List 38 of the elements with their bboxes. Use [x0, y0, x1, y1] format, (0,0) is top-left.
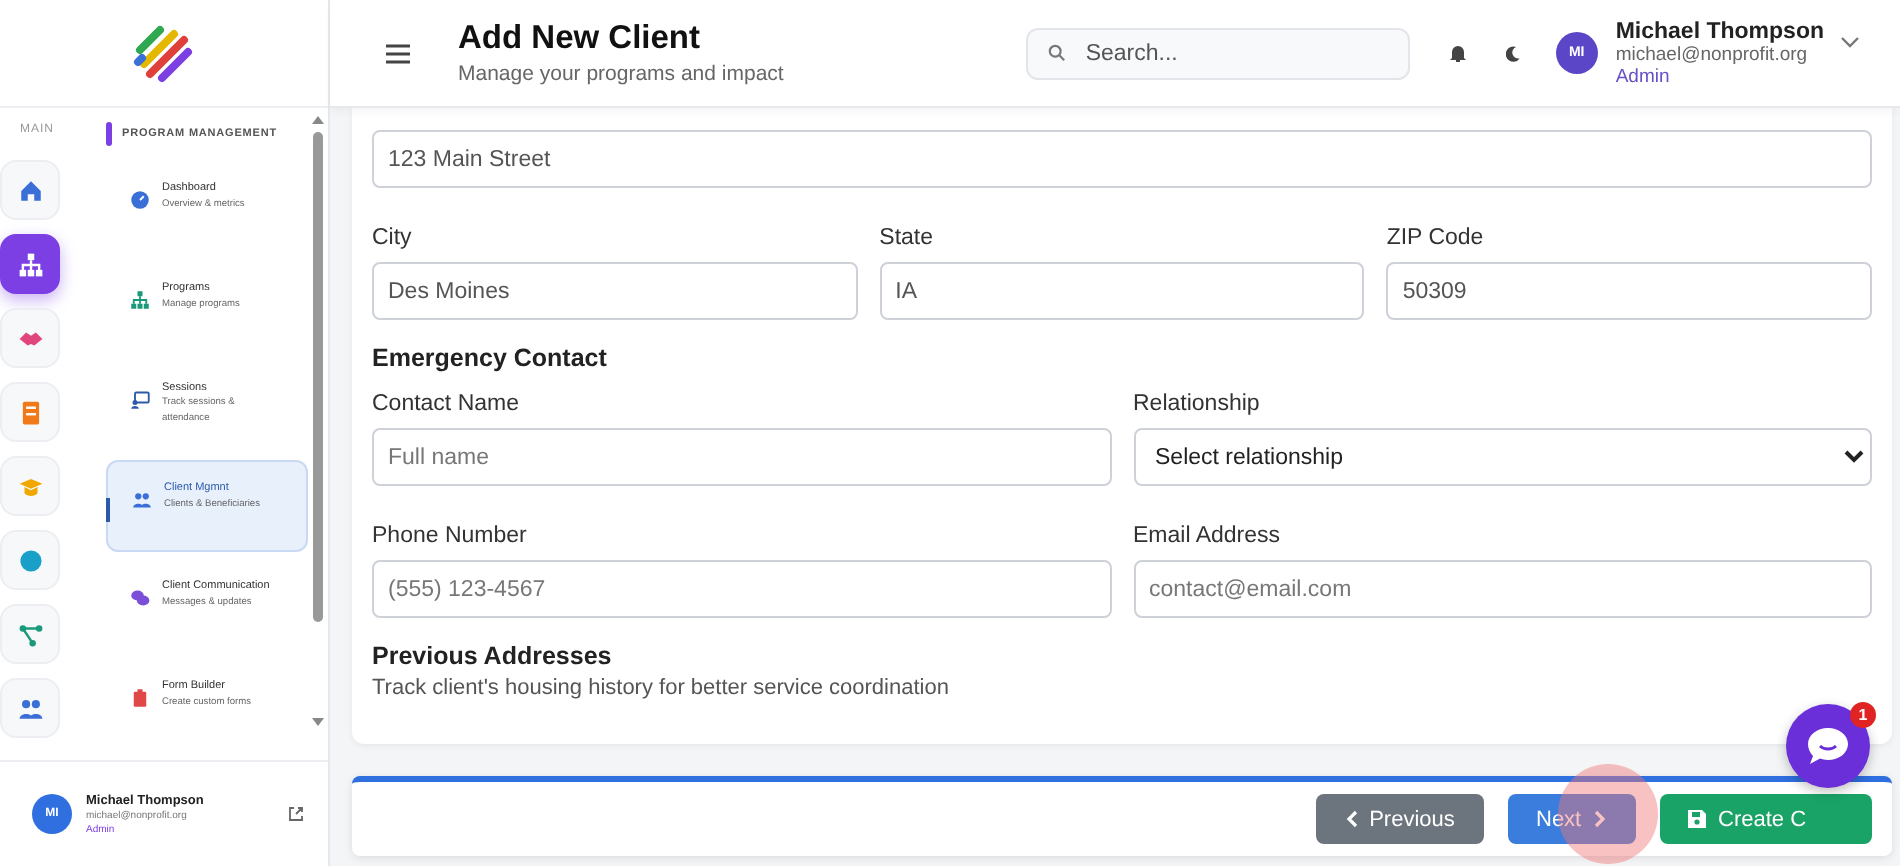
chevron-down-icon[interactable]	[1840, 35, 1860, 47]
chevron-right-icon	[1593, 810, 1606, 828]
field-label: Email Address	[1133, 522, 1283, 550]
field-label: Relationship	[1133, 390, 1262, 418]
page-title: Add New Client	[458, 20, 703, 58]
field-label: City	[372, 224, 414, 252]
user-email: michael@nonprofit.org	[1615, 43, 1810, 65]
input-field[interactable]: IA	[879, 262, 1365, 320]
input-field[interactable]: Full name	[372, 428, 1111, 486]
input-field[interactable]: 50309	[1386, 262, 1872, 320]
bell-icon[interactable]	[1449, 44, 1466, 62]
user-role: Admin	[1615, 65, 1672, 87]
search-icon	[1047, 44, 1066, 62]
field-label: Phone Number	[372, 522, 529, 550]
search-field[interactable]: Search...	[1025, 27, 1410, 79]
chevron-left-icon	[1345, 810, 1358, 828]
menu-icon[interactable]	[386, 43, 410, 63]
input-field[interactable]: (555) 123-4567	[372, 560, 1111, 618]
external-link-icon[interactable]	[288, 806, 304, 822]
section-heading: Previous Addresses	[372, 642, 614, 670]
input-field[interactable]: Des Moines	[372, 262, 858, 320]
page-subtitle: Manage your programs and impact	[458, 62, 786, 86]
field-label: State	[879, 224, 936, 252]
input-field[interactable]: 123 Main Street	[372, 130, 1872, 188]
chat-icon[interactable]	[1806, 726, 1850, 766]
logo-icon	[132, 21, 196, 85]
moon-icon[interactable]	[1505, 45, 1520, 61]
field-label: Contact Name	[372, 390, 522, 418]
section-heading: Emergency Contact	[372, 344, 609, 372]
previous-button[interactable]: Previous	[1316, 794, 1484, 844]
dropdown-field[interactable]: Select relationship	[1133, 428, 1872, 486]
input-field[interactable]: contact@email.com	[1133, 560, 1872, 618]
user-name: Michael Thompson	[1615, 19, 1824, 43]
search-input[interactable]: Search...	[1085, 41, 1366, 65]
section-description: Track client's housing history for better service coordination	[372, 676, 951, 700]
field-label: ZIP Code	[1386, 224, 1486, 252]
save-icon	[1688, 810, 1706, 828]
rail-button[interactable]	[0, 234, 60, 294]
